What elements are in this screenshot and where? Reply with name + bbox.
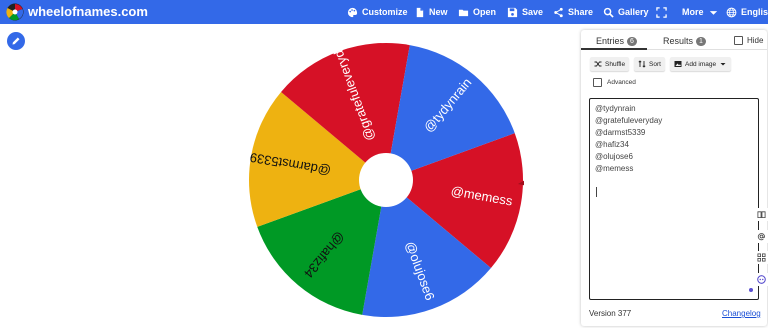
- sort-icon: [638, 60, 646, 68]
- chevron-down-icon: [709, 10, 717, 15]
- customize-label: Customize: [362, 7, 408, 17]
- entries-panel: Entries 6 Results 1 Hide Shuffle Sort Ad…: [581, 30, 767, 326]
- file-icon: [416, 7, 424, 17]
- language-button[interactable]: English: [726, 0, 768, 24]
- version-text: Version 377: [589, 309, 632, 318]
- customize-button[interactable]: Customize: [347, 0, 408, 24]
- save-button[interactable]: Save: [507, 0, 543, 24]
- advanced-toggle[interactable]: Advanced: [593, 78, 636, 87]
- sort-button[interactable]: Sort: [634, 57, 665, 71]
- entry-line: @tydynrain: [595, 104, 636, 113]
- fullscreen-icon: [656, 6, 667, 18]
- shuffle-label: Shuffle: [605, 60, 626, 68]
- gallery-button[interactable]: Gallery: [603, 0, 649, 24]
- more-menu[interactable]: More: [682, 0, 719, 24]
- entry-line: @hafiz34: [595, 140, 629, 149]
- image-icon: [674, 61, 682, 67]
- search-icon: [603, 7, 614, 18]
- hide-checkbox[interactable]: [734, 36, 743, 45]
- fullscreen-button[interactable]: [656, 0, 667, 24]
- at-sign-icon[interactable]: [755, 230, 768, 243]
- entries-count-badge: 6: [627, 36, 637, 46]
- grammar-dot-icon: [749, 288, 753, 292]
- share-label: Share: [568, 7, 594, 17]
- hide-label: Hide: [747, 36, 764, 45]
- share-icon: [554, 7, 563, 17]
- share-button[interactable]: Share: [553, 0, 593, 24]
- book-icon[interactable]: [755, 208, 768, 221]
- more-label: More: [682, 7, 704, 17]
- top-bar: wheelofnames.com Customize New Open Save…: [0, 0, 768, 24]
- tab-results[interactable]: Results 1: [663, 36, 706, 46]
- edit-button[interactable]: [7, 32, 25, 50]
- advanced-label: Advanced: [607, 79, 636, 86]
- palette-icon: [347, 7, 358, 17]
- sort-label: Sort: [649, 60, 661, 68]
- folder-icon: [458, 9, 469, 16]
- entries-textarea[interactable]: @tydynrain @gratefuleveryday @darmst5339…: [589, 98, 759, 300]
- add-image-label: Add image: [685, 60, 717, 68]
- gallery-label: Gallery: [618, 7, 649, 17]
- active-tab-indicator: [581, 48, 647, 50]
- text-caret: [596, 187, 597, 197]
- new-button[interactable]: New: [414, 0, 448, 24]
- globe-icon: [726, 7, 737, 17]
- open-label: Open: [473, 7, 497, 17]
- entry-line: @memess: [595, 164, 634, 173]
- wheel-center[interactable]: [359, 153, 413, 207]
- wheel[interactable]: @memess@olujose6@hafiz34@darmst5339@grat…: [248, 42, 524, 318]
- save-icon: [507, 7, 518, 17]
- save-label: Save: [522, 7, 544, 17]
- apps-icon[interactable]: [755, 251, 768, 264]
- entry-line: @olujose6: [595, 152, 633, 161]
- tab-entries[interactable]: Entries 6: [596, 36, 637, 46]
- chevron-down-icon: [720, 63, 726, 66]
- shuffle-icon: [594, 61, 602, 67]
- hide-toggle[interactable]: Hide: [734, 36, 763, 45]
- open-button[interactable]: Open: [458, 0, 496, 24]
- new-label: New: [429, 7, 448, 17]
- results-count-badge: 1: [696, 36, 706, 46]
- assistant-icon[interactable]: [755, 273, 768, 286]
- add-image-button[interactable]: Add image: [670, 57, 732, 71]
- entry-line: @gratefuleveryday: [595, 116, 663, 125]
- pencil-icon: [12, 37, 20, 45]
- changelog-link[interactable]: Changelog: [722, 309, 761, 318]
- logo-icon[interactable]: [6, 3, 24, 21]
- entry-line: @darmst5339: [595, 128, 646, 137]
- tab-results-label: Results: [663, 36, 694, 46]
- tab-entries-label: Entries: [596, 36, 625, 46]
- advanced-checkbox[interactable]: [593, 78, 602, 87]
- language-label: English: [741, 7, 768, 17]
- site-title[interactable]: wheelofnames.com: [28, 4, 148, 20]
- shuffle-button[interactable]: Shuffle: [590, 57, 630, 71]
